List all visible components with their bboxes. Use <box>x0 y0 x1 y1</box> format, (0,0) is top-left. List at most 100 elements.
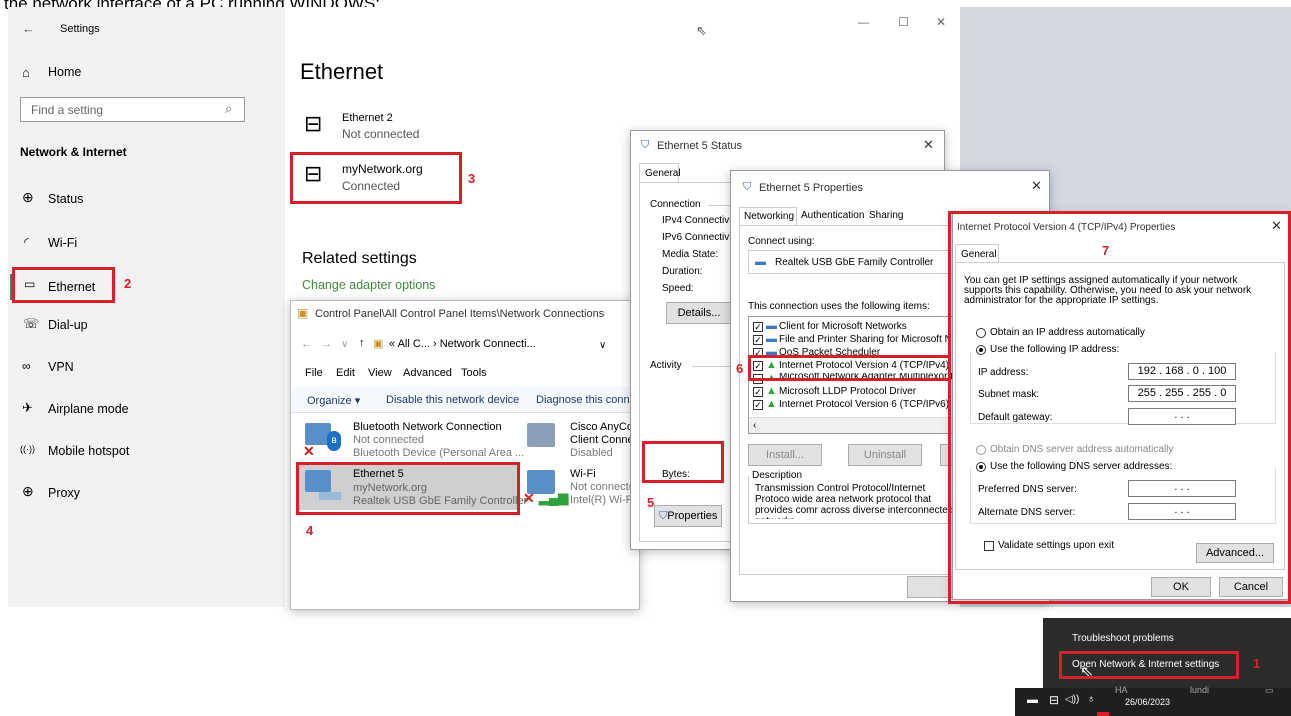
items-label: This connection uses the following items… <box>748 301 930 312</box>
status-row: IPv4 Connectivit <box>662 215 735 226</box>
properties-button[interactable]: ⛉Properties <box>654 505 722 527</box>
highlight-box-3 <box>290 152 462 204</box>
tab-authentication[interactable]: Authentication <box>801 210 864 221</box>
menu-edit[interactable]: Edit <box>336 367 355 379</box>
activity-label: Activity <box>650 360 682 371</box>
proxy-icon: ⊕ <box>22 483 34 499</box>
uninstall-button[interactable]: Uninstall <box>848 444 922 466</box>
nav-dropdown-icon[interactable]: ∨ <box>341 339 348 350</box>
sidebar-item-status[interactable]: ⊕ Status <box>8 185 285 215</box>
tab-sharing[interactable]: Sharing <box>869 210 903 221</box>
sidebar-item-label: Proxy <box>48 486 80 500</box>
notification-icon[interactable]: ▭ <box>1265 685 1274 696</box>
disable-device-button[interactable]: Disable this network device <box>386 394 519 406</box>
adapter-ethernet-2[interactable]: ⊟ Ethernet 2 Not connected <box>302 111 602 151</box>
search-input[interactable]: Find a setting ⌕ <box>20 97 245 122</box>
highlight-box-6 <box>748 355 951 381</box>
menu-advanced[interactable]: Advanced <box>403 367 452 379</box>
tab-label: General <box>645 168 681 179</box>
tab-general[interactable]: General <box>639 163 681 183</box>
minimize-button[interactable]: — <box>858 17 869 29</box>
properties-title: Ethernet 5 Properties <box>759 182 863 194</box>
network-adapter-icon <box>527 423 555 447</box>
item-name: Bluetooth Network Connection <box>353 421 502 433</box>
control-panel-title: Control Panel\All Control Panel Items\Ne… <box>315 308 605 320</box>
menu-view[interactable]: View <box>368 367 392 379</box>
sidebar-item-vpn[interactable]: ∞ VPN <box>8 353 285 383</box>
nav-forward-icon[interactable]: → <box>321 338 332 350</box>
install-button[interactable]: Install... <box>748 444 822 466</box>
change-adapter-link[interactable]: Change adapter options <box>302 278 435 292</box>
step-number-1: 1 <box>1253 656 1261 671</box>
sidebar-item-airplane[interactable]: ✈ Airplane mode <box>8 395 285 425</box>
troubleshoot-item[interactable]: Troubleshoot problems <box>1072 633 1174 644</box>
diagnose-button[interactable]: Diagnose this connec <box>536 394 641 406</box>
search-placeholder: Find a setting <box>31 103 104 117</box>
sidebar-item-dialup[interactable]: ☏ Dial-up <box>8 311 285 341</box>
connect-using-label: Connect using: <box>748 236 815 247</box>
clock-date: 26/06/2023 <box>1125 697 1171 707</box>
address-folder-icon: ▣ <box>373 338 384 350</box>
close-button[interactable]: ✕ <box>936 15 946 29</box>
network-tray-icon[interactable]: ⊟ <box>1049 693 1059 707</box>
maximize-button[interactable]: ☐ <box>898 15 909 29</box>
back-arrow-icon[interactable]: ← <box>22 21 35 36</box>
tab-networking[interactable]: Networking <box>739 207 797 226</box>
list-item-cisco[interactable]: Cisco AnyCor Client Conne Disabled <box>523 419 639 461</box>
list-item-bluetooth[interactable]: ʙ ✕ Bluetooth Network Connection Not con… <box>301 419 525 461</box>
checkbox[interactable]: ✓ <box>753 387 763 397</box>
item-label: Microsoft LLDP Protocol Driver <box>779 386 917 397</box>
step-number-3: 3 <box>468 171 476 186</box>
adapter-name: Ethernet 2 <box>342 112 393 124</box>
section-title: Network & Internet <box>20 145 127 159</box>
settings-title: Settings <box>60 23 100 35</box>
close-icon[interactable]: ✕ <box>923 137 934 153</box>
mouse-cursor-icon: ⇖ <box>696 23 707 38</box>
organize-button[interactable]: Organize ▾ <box>307 394 360 407</box>
network-pc-icon: ⊟ <box>304 111 323 136</box>
checkbox[interactable]: ✓ <box>753 400 763 410</box>
shield-icon: ⛉ <box>641 139 650 151</box>
item-device: Intel(R) Wi-Fi <box>570 494 635 506</box>
close-icon[interactable]: ✕ <box>1031 178 1042 194</box>
signal-bars-icon: ▂▄▆ <box>539 490 569 505</box>
network-adapter-icon: ▬ <box>755 256 766 268</box>
sidebar-item-label: VPN <box>48 360 74 374</box>
status-row: Duration: <box>662 266 703 277</box>
step-number-5: 5 <box>647 495 655 510</box>
item-device: Bluetooth Device (Personal Area ... <box>353 447 525 459</box>
menu-file[interactable]: File <box>305 367 323 379</box>
sidebar-item-hotspot[interactable]: ((·)) Mobile hotspot <box>8 437 285 467</box>
item-name: Wi-Fi <box>570 468 596 480</box>
details-button[interactable]: Details... <box>666 302 732 324</box>
menu-tools[interactable]: Tools <box>461 367 487 379</box>
volume-icon[interactable]: ◁)) <box>1065 694 1079 705</box>
sidebar-item-proxy[interactable]: ⊕ Proxy <box>8 479 285 509</box>
address-bar[interactable]: « All C... › Network Connecti... <box>389 338 536 350</box>
item-label: File and Printer Sharing for Microsoft N… <box>779 334 961 345</box>
checkbox[interactable]: ✓ <box>753 322 763 332</box>
status-row: IPv6 Connectivit <box>662 232 735 243</box>
scroll-left-icon[interactable]: ‹ <box>753 420 756 431</box>
taskbar: HA lundi ▭ ▬ ⊟ ◁)) ♁ 26/06/2023 <box>1015 685 1291 716</box>
adapter-status: Not connected <box>342 127 420 141</box>
sidebar-item-label: Dial-up <box>48 318 88 332</box>
microphone-icon[interactable]: ♁ <box>1087 693 1095 705</box>
highlight-box-7 <box>948 211 1291 604</box>
home-icon[interactable]: ⌂ <box>22 65 30 80</box>
sidebar-item-label: Status <box>48 192 84 206</box>
bluetooth-icon: ʙ <box>327 431 341 451</box>
list-item-wifi[interactable]: ✕ ▂▄▆ Wi-Fi Not connecte Intel(R) Wi-Fi <box>523 466 639 508</box>
status-title: Ethernet 5 Status <box>657 140 742 152</box>
home-link[interactable]: Home <box>48 65 81 79</box>
item-name: Cisco AnyCor <box>570 421 637 433</box>
highlight-box-5 <box>642 441 724 483</box>
tab-label: Networking <box>744 211 795 222</box>
nav-back-icon[interactable]: ← <box>301 338 312 350</box>
battery-icon[interactable]: ▬ <box>1027 694 1038 706</box>
address-dropdown-icon[interactable]: ∨ <box>599 340 606 351</box>
checkbox[interactable]: ✓ <box>753 335 763 345</box>
sidebar-item-wifi[interactable]: ◜ Wi-Fi <box>8 229 285 259</box>
nav-up-icon[interactable]: ↑ <box>359 337 365 349</box>
language-indicator[interactable]: HA <box>1115 685 1128 695</box>
